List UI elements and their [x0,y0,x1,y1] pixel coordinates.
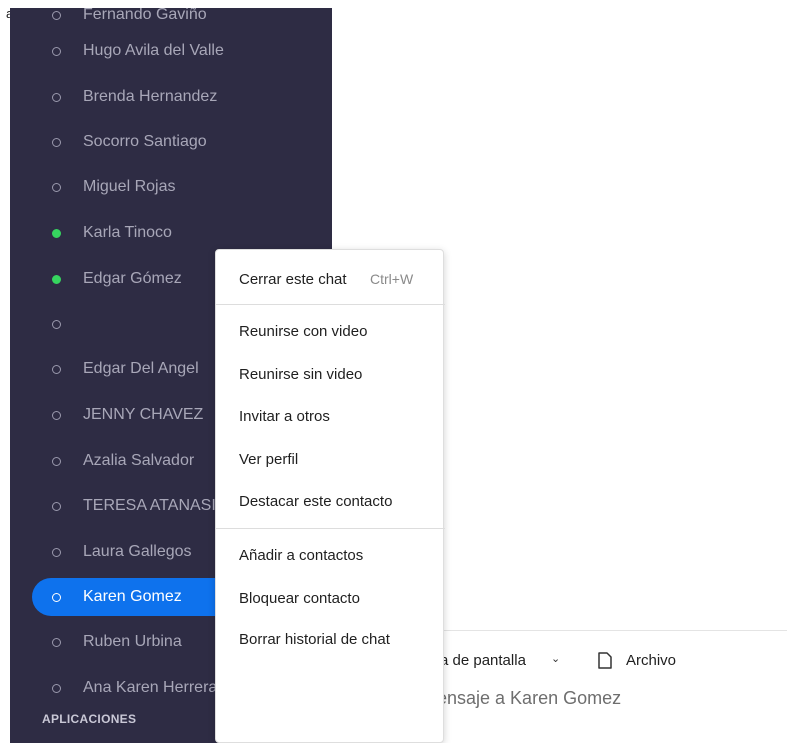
menu-item-view-profile[interactable]: Ver perfil [239,451,298,468]
status-dot-icon [52,274,61,284]
menu-item-block-contact[interactable]: Bloquear contacto [239,590,360,607]
status-dot-icon [52,46,61,56]
file-icon[interactable] [598,652,612,669]
contact-item[interactable]: Hugo Avila del Valle [32,32,332,70]
contact-context-menu: Cerrar este chat Ctrl+W Reunirse con vid… [215,249,445,743]
status-dot-icon [52,137,61,147]
menu-divider [216,528,445,529]
menu-divider [216,304,445,305]
menu-item-clear-history[interactable]: Borrar historial de chat [239,631,390,648]
contact-item[interactable]: Miguel Rojas [32,168,332,206]
menu-item-add-contacts[interactable]: Añadir a contactos [239,547,363,564]
status-dot-icon [52,92,61,102]
contact-name: Brenda Hernandez [83,88,218,105]
composer-divider [444,630,787,631]
file-button[interactable]: Archivo [626,652,676,669]
status-dot-icon [52,683,61,693]
contact-name: JENNY CHAVEZ [83,406,204,423]
chevron-down-icon[interactable]: ⌄ [551,652,560,665]
contact-item[interactable]: Socorro Santiago [32,123,332,161]
contact-name: TERESA ATANASIO [83,497,229,514]
contact-item[interactable]: Fernando Gaviño [32,8,332,34]
contact-name: Fernando Gaviño [83,8,207,23]
contact-name: Socorro Santiago [83,133,207,150]
status-dot-icon [52,592,61,602]
contact-name: Karla Tinoco [83,224,172,241]
menu-item-label: Cerrar este chat [239,271,347,288]
status-dot-icon [52,228,61,238]
contact-item[interactable]: Brenda Hernandez [32,78,332,116]
menu-item-invite[interactable]: Invitar a otros [239,408,330,425]
message-input[interactable]: ıensaje a Karen Gomez [432,688,621,709]
contact-name: Karen Gomez [83,588,182,605]
contact-name: Edgar Gómez [83,270,182,287]
menu-item-close-chat[interactable]: Cerrar este chat Ctrl+W [239,271,413,288]
status-dot-icon [52,637,61,647]
contact-name: Ruben Urbina [83,633,182,650]
status-dot-icon [52,547,61,557]
status-dot-icon [52,10,61,20]
status-dot-icon [52,501,61,511]
status-dot-icon [52,319,61,329]
contact-name: Azalia Salvador [83,452,195,469]
status-dot-icon [52,364,61,374]
status-dot-icon [52,410,61,420]
contact-name: Ana Karen Herrera [83,679,218,696]
section-header-apps[interactable]: APLICACIONES [42,712,136,726]
contact-name: Laura Gallegos [83,543,192,560]
status-dot-icon [52,456,61,466]
screenshot-button[interactable]: a de pantalla [440,652,526,669]
contact-name: Edgar Del Angel [83,360,199,377]
status-dot-icon [52,182,61,192]
shortcut-label: Ctrl+W [370,271,414,287]
contact-name: Miguel Rojas [83,178,176,195]
menu-item-meet-no-video[interactable]: Reunirse sin video [239,366,362,383]
contact-item[interactable]: Karla Tinoco [32,214,332,252]
menu-item-meet-video[interactable]: Reunirse con video [239,323,367,340]
menu-item-star-contact[interactable]: Destacar este contacto [239,493,392,510]
contact-name: Hugo Avila del Valle [83,42,224,59]
